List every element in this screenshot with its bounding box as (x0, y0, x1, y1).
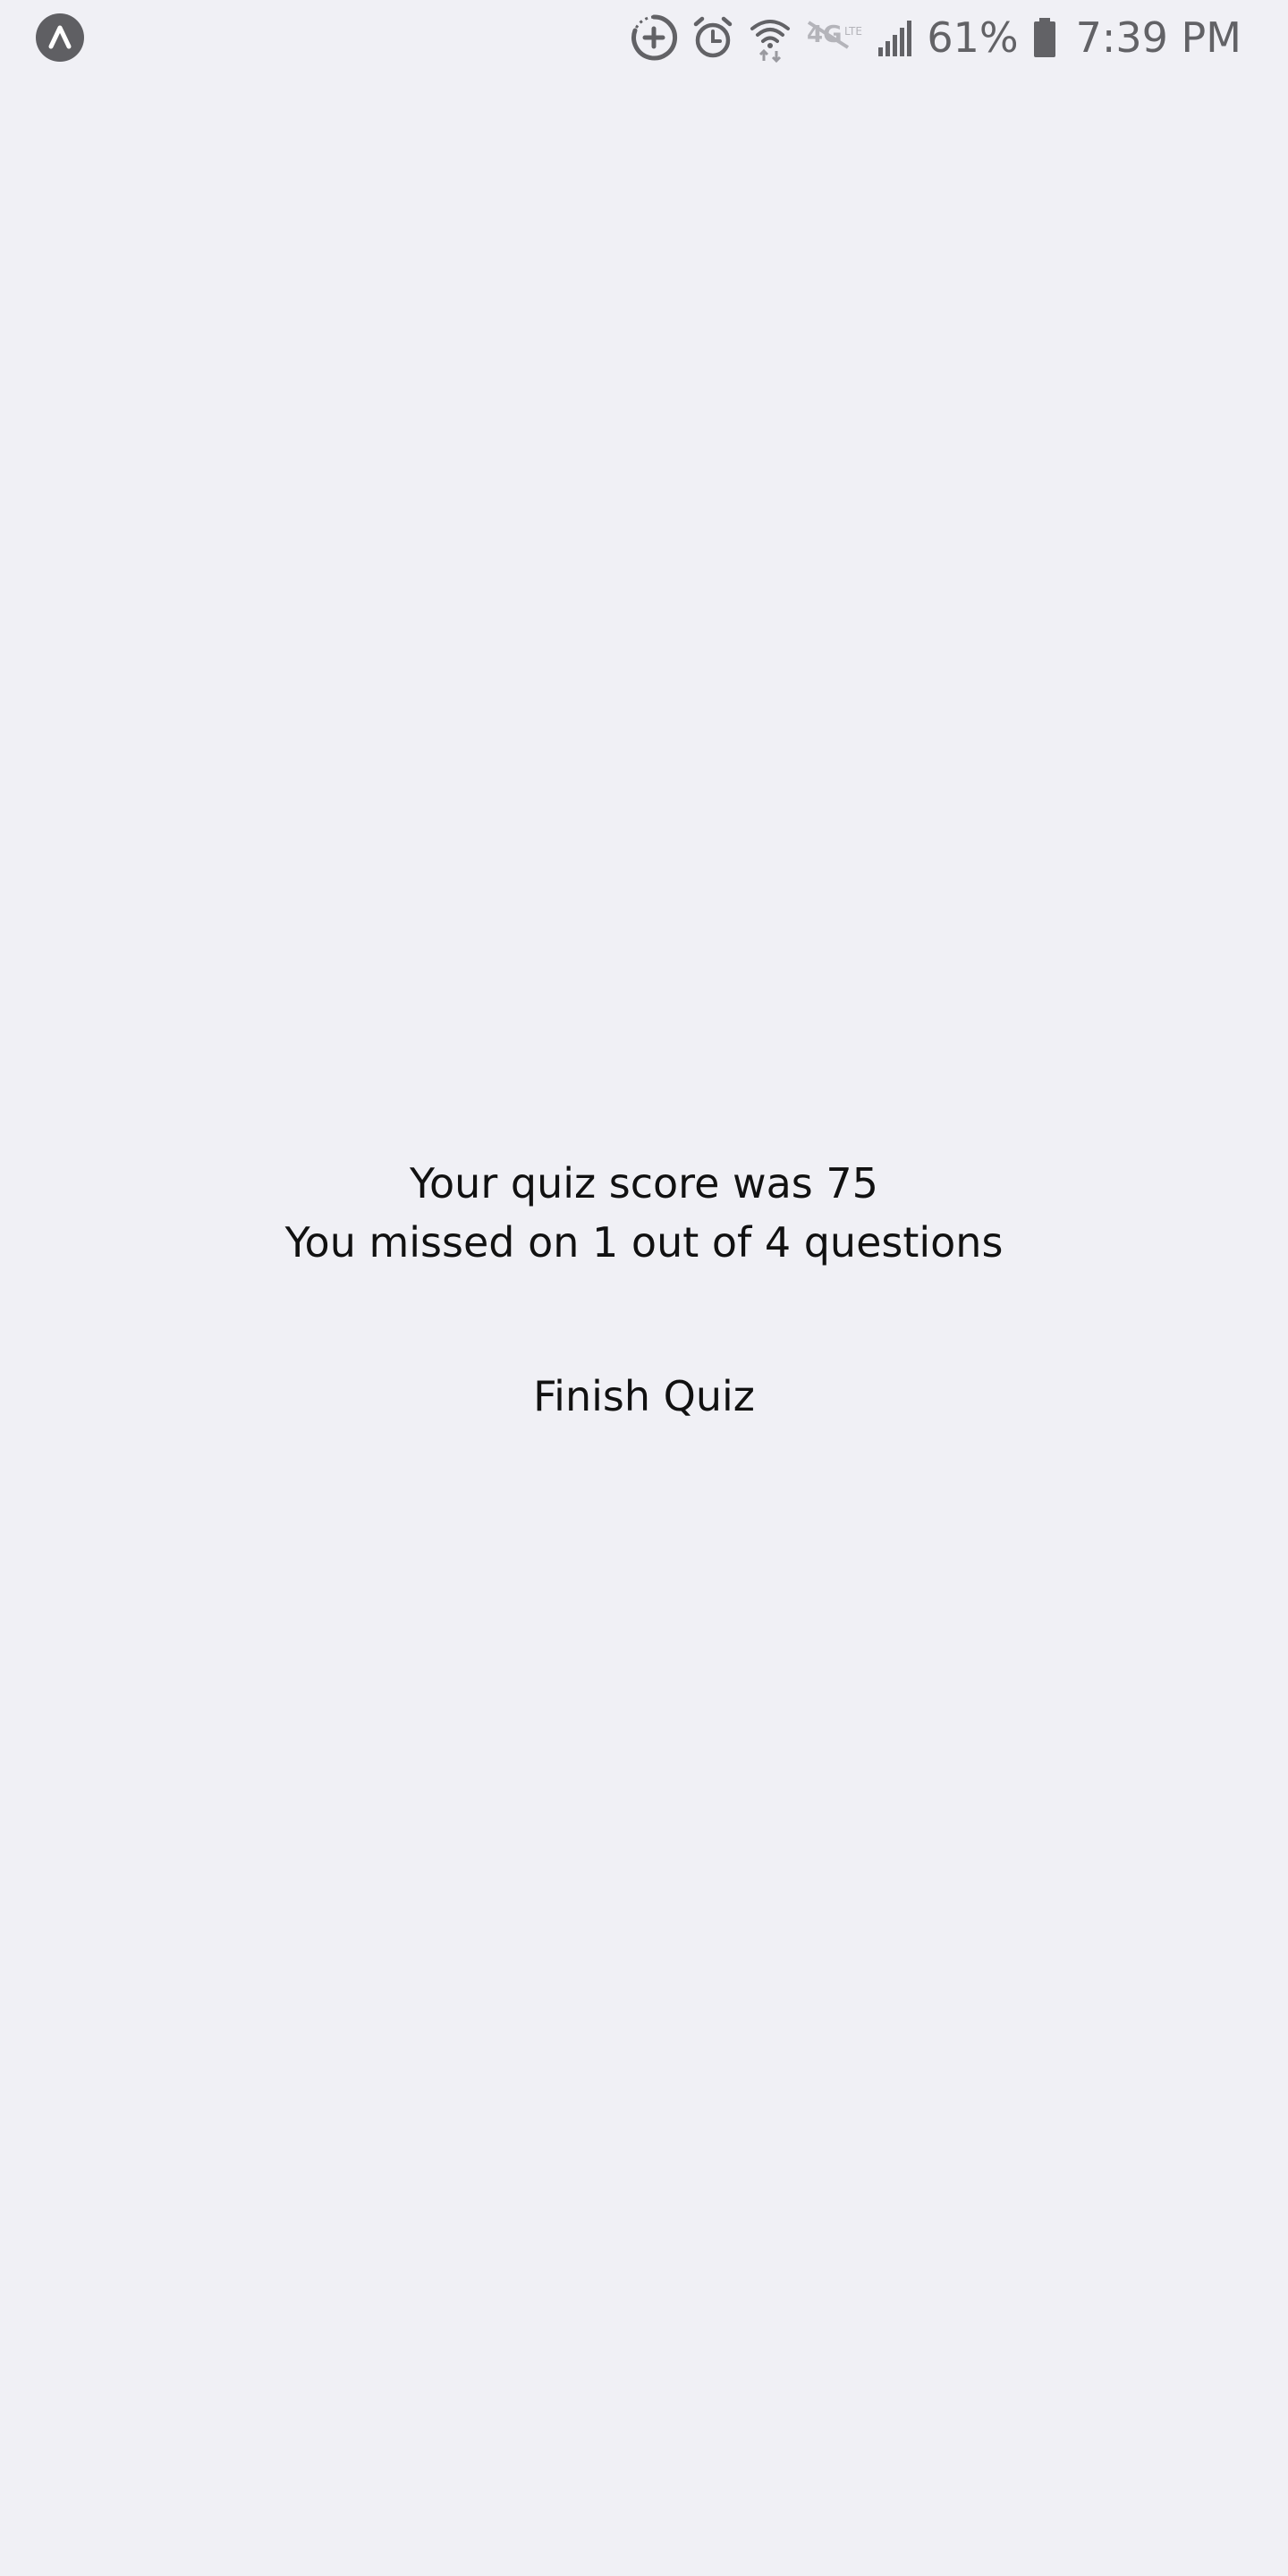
battery-icon (1031, 15, 1058, 60)
quiz-result-screen: 4G LTE 61% 7:39 PM Your quiz score was 7… (0, 0, 1288, 2576)
status-icons: 4G LTE 61% 7:39 PM (630, 9, 1241, 66)
alarm-clock-icon (691, 13, 735, 62)
missed-questions-text: You missed on 1 out of 4 questions (284, 1218, 1004, 1267)
quiz-score-text: Your quiz score was 75 (410, 1159, 878, 1208)
wifi-data-icon (748, 13, 792, 63)
expo-chevron-up-icon (36, 13, 84, 62)
cell-signal-icon (877, 15, 916, 60)
volte-disabled-icon: 4G LTE (805, 15, 864, 60)
status-clock: 7:39 PM (1075, 13, 1241, 62)
battery-percent: 61% (927, 13, 1019, 62)
quiz-result-panel: Your quiz score was 75 You missed on 1 o… (0, 1154, 1288, 1429)
svg-text:LTE: LTE (844, 25, 862, 38)
status-bar: 4G LTE 61% 7:39 PM (0, 0, 1288, 75)
sync-plus-icon (630, 13, 678, 62)
finish-quiz-button[interactable]: Finish Quiz (512, 1363, 776, 1429)
